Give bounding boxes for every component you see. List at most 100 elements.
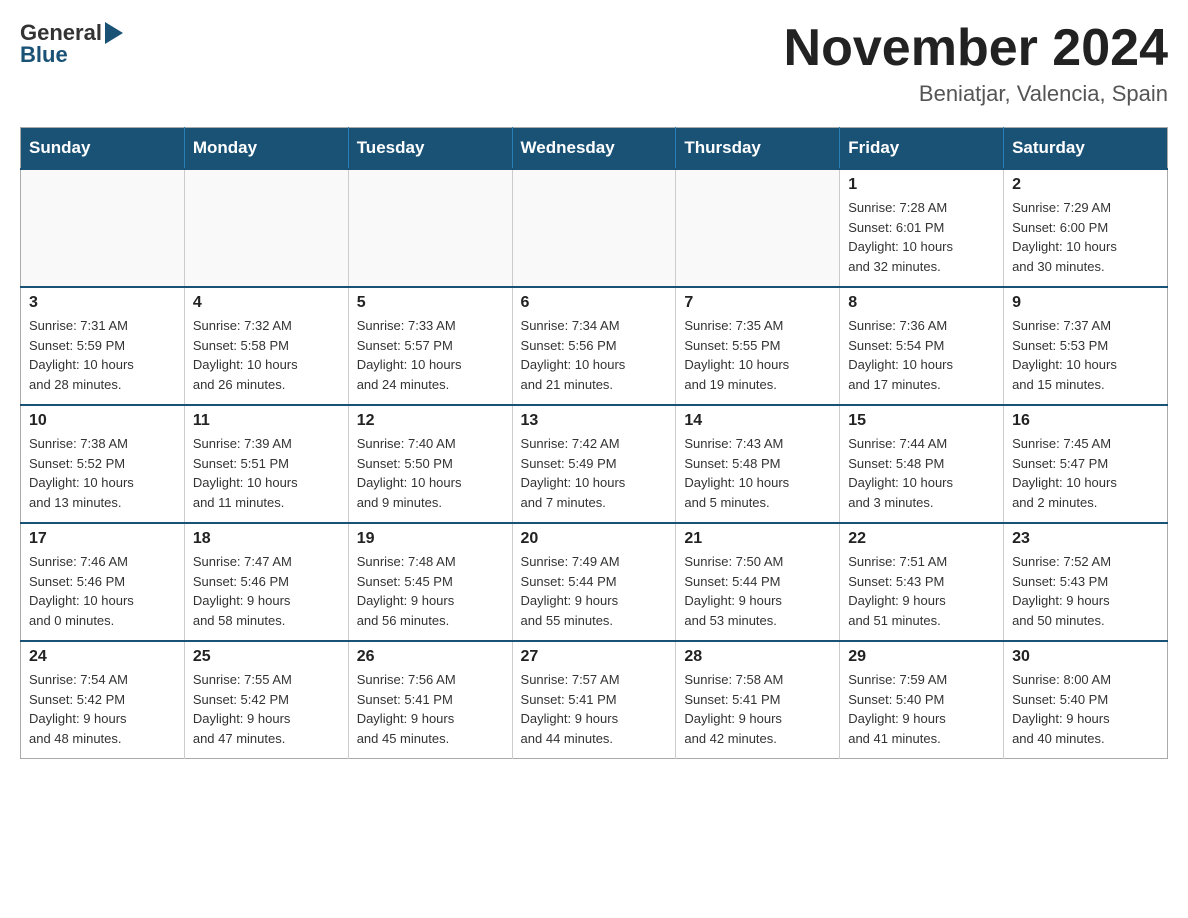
logo: General Blue — [20, 20, 123, 68]
calendar-cell: 28 Sunrise: 7:58 AMSunset: 5:41 PMDayligh… — [676, 641, 840, 759]
day-info: Sunrise: 7:54 AMSunset: 5:42 PMDaylight:… — [29, 670, 176, 748]
weekday-header-row: SundayMondayTuesdayWednesdayThursdayFrid… — [21, 128, 1168, 170]
day-number: 18 — [193, 530, 340, 548]
calendar-cell: 30 Sunrise: 8:00 AMSunset: 5:40 PMDayligh… — [1004, 641, 1168, 759]
day-info: Sunrise: 7:37 AMSunset: 5:53 PMDaylight:… — [1012, 316, 1159, 394]
calendar-cell: 2Sunrise: 7:29 AMSunset: 6:00 PMDaylight… — [1004, 169, 1168, 287]
calendar-week-row: 17 Sunrise: 7:46 AMSunset: 5:46 PMDayligh… — [21, 523, 1168, 641]
weekday-header-wednesday: Wednesday — [512, 128, 676, 170]
day-number: 6 — [521, 294, 668, 312]
day-info: Sunrise: 7:45 AMSunset: 5:47 PMDaylight:… — [1012, 434, 1159, 512]
day-info: Sunrise: 7:59 AMSunset: 5:40 PMDaylight:… — [848, 670, 995, 748]
day-info: Sunrise: 7:28 AMSunset: 6:01 PMDaylight:… — [848, 198, 995, 276]
day-info: Sunrise: 7:44 AMSunset: 5:48 PMDaylight:… — [848, 434, 995, 512]
day-number: 1 — [848, 176, 995, 194]
calendar-cell: 3 Sunrise: 7:31 AMSunset: 5:59 PMDaylight… — [21, 287, 185, 405]
day-info: Sunrise: 7:52 AMSunset: 5:43 PMDaylight:… — [1012, 552, 1159, 630]
day-number: 26 — [357, 648, 504, 666]
calendar-cell: 14Sunrise: 7:43 AMSunset: 5:48 PMDayligh… — [676, 405, 840, 523]
day-number: 20 — [521, 530, 668, 548]
day-info: Sunrise: 7:51 AMSunset: 5:43 PMDaylight:… — [848, 552, 995, 630]
weekday-header-sunday: Sunday — [21, 128, 185, 170]
day-info: Sunrise: 7:47 AMSunset: 5:46 PMDaylight:… — [193, 552, 340, 630]
weekday-header-friday: Friday — [840, 128, 1004, 170]
day-number: 16 — [1012, 412, 1159, 430]
day-info: Sunrise: 7:35 AMSunset: 5:55 PMDaylight:… — [684, 316, 831, 394]
calendar-cell: 12 Sunrise: 7:40 AMSunset: 5:50 PMDayligh… — [348, 405, 512, 523]
calendar-cell — [676, 169, 840, 287]
day-number: 19 — [357, 530, 504, 548]
day-info: Sunrise: 7:55 AMSunset: 5:42 PMDaylight:… — [193, 670, 340, 748]
calendar-cell: 15Sunrise: 7:44 AMSunset: 5:48 PMDayligh… — [840, 405, 1004, 523]
day-info: Sunrise: 7:32 AMSunset: 5:58 PMDaylight:… — [193, 316, 340, 394]
day-info: Sunrise: 7:56 AMSunset: 5:41 PMDaylight:… — [357, 670, 504, 748]
weekday-header-thursday: Thursday — [676, 128, 840, 170]
calendar-week-row: 1 Sunrise: 7:28 AMSunset: 6:01 PMDaylight… — [21, 169, 1168, 287]
day-info: Sunrise: 7:38 AMSunset: 5:52 PMDaylight:… — [29, 434, 176, 512]
day-info: Sunrise: 7:50 AMSunset: 5:44 PMDaylight:… — [684, 552, 831, 630]
calendar-table: SundayMondayTuesdayWednesdayThursdayFrid… — [20, 127, 1168, 759]
calendar-week-row: 10 Sunrise: 7:38 AMSunset: 5:52 PMDayligh… — [21, 405, 1168, 523]
day-number: 12 — [357, 412, 504, 430]
calendar-cell: 11 Sunrise: 7:39 AMSunset: 5:51 PMDayligh… — [184, 405, 348, 523]
calendar-cell: 7 Sunrise: 7:35 AMSunset: 5:55 PMDaylight… — [676, 287, 840, 405]
day-number: 22 — [848, 530, 995, 548]
day-info: Sunrise: 8:00 AMSunset: 5:40 PMDaylight:… — [1012, 670, 1159, 748]
day-number: 13 — [521, 412, 668, 430]
weekday-header-tuesday: Tuesday — [348, 128, 512, 170]
day-info: Sunrise: 7:40 AMSunset: 5:50 PMDaylight:… — [357, 434, 504, 512]
calendar-week-row: 3 Sunrise: 7:31 AMSunset: 5:59 PMDaylight… — [21, 287, 1168, 405]
logo-blue-text: Blue — [20, 42, 68, 68]
calendar-cell: 27 Sunrise: 7:57 AMSunset: 5:41 PMDayligh… — [512, 641, 676, 759]
calendar-cell: 17 Sunrise: 7:46 AMSunset: 5:46 PMDayligh… — [21, 523, 185, 641]
calendar-cell — [512, 169, 676, 287]
calendar-cell: 10 Sunrise: 7:38 AMSunset: 5:52 PMDayligh… — [21, 405, 185, 523]
day-number: 3 — [29, 294, 176, 312]
calendar-cell: 26 Sunrise: 7:56 AMSunset: 5:41 PMDayligh… — [348, 641, 512, 759]
day-number: 11 — [193, 412, 340, 430]
day-info: Sunrise: 7:58 AMSunset: 5:41 PMDaylight:… — [684, 670, 831, 748]
day-number: 21 — [684, 530, 831, 548]
calendar-cell: 6 Sunrise: 7:34 AMSunset: 5:56 PMDaylight… — [512, 287, 676, 405]
calendar-cell — [21, 169, 185, 287]
day-info: Sunrise: 7:39 AMSunset: 5:51 PMDaylight:… — [193, 434, 340, 512]
calendar-cell: 19 Sunrise: 7:48 AMSunset: 5:45 PMDayligh… — [348, 523, 512, 641]
day-number: 9 — [1012, 294, 1159, 312]
day-info: Sunrise: 7:31 AMSunset: 5:59 PMDaylight:… — [29, 316, 176, 394]
weekday-header-monday: Monday — [184, 128, 348, 170]
day-info: Sunrise: 7:36 AMSunset: 5:54 PMDaylight:… — [848, 316, 995, 394]
calendar-cell: 22 Sunrise: 7:51 AMSunset: 5:43 PMDayligh… — [840, 523, 1004, 641]
calendar-cell: 21 Sunrise: 7:50 AMSunset: 5:44 PMDayligh… — [676, 523, 840, 641]
calendar-cell: 4Sunrise: 7:32 AMSunset: 5:58 PMDaylight… — [184, 287, 348, 405]
calendar-cell: 5 Sunrise: 7:33 AMSunset: 5:57 PMDaylight… — [348, 287, 512, 405]
day-info: Sunrise: 7:46 AMSunset: 5:46 PMDaylight:… — [29, 552, 176, 630]
day-number: 8 — [848, 294, 995, 312]
weekday-header-saturday: Saturday — [1004, 128, 1168, 170]
calendar-cell — [184, 169, 348, 287]
day-info: Sunrise: 7:48 AMSunset: 5:45 PMDaylight:… — [357, 552, 504, 630]
calendar-cell: 16 Sunrise: 7:45 AMSunset: 5:47 PMDayligh… — [1004, 405, 1168, 523]
day-number: 10 — [29, 412, 176, 430]
calendar-week-row: 24Sunrise: 7:54 AMSunset: 5:42 PMDayligh… — [21, 641, 1168, 759]
day-number: 28 — [684, 648, 831, 666]
day-info: Sunrise: 7:34 AMSunset: 5:56 PMDaylight:… — [521, 316, 668, 394]
logo-arrow-icon — [105, 22, 123, 44]
day-number: 29 — [848, 648, 995, 666]
calendar-cell: 25Sunrise: 7:55 AMSunset: 5:42 PMDayligh… — [184, 641, 348, 759]
month-year-title: November 2024 — [784, 20, 1168, 77]
calendar-cell: 23Sunrise: 7:52 AMSunset: 5:43 PMDayligh… — [1004, 523, 1168, 641]
day-number: 5 — [357, 294, 504, 312]
day-number: 17 — [29, 530, 176, 548]
day-number: 27 — [521, 648, 668, 666]
day-number: 7 — [684, 294, 831, 312]
day-info: Sunrise: 7:43 AMSunset: 5:48 PMDaylight:… — [684, 434, 831, 512]
page-header: General Blue November 2024 Beniatjar, Va… — [20, 20, 1168, 107]
day-info: Sunrise: 7:57 AMSunset: 5:41 PMDaylight:… — [521, 670, 668, 748]
calendar-cell: 29 Sunrise: 7:59 AMSunset: 5:40 PMDayligh… — [840, 641, 1004, 759]
calendar-cell: 18 Sunrise: 7:47 AMSunset: 5:46 PMDayligh… — [184, 523, 348, 641]
calendar-cell: 9 Sunrise: 7:37 AMSunset: 5:53 PMDaylight… — [1004, 287, 1168, 405]
day-info: Sunrise: 7:33 AMSunset: 5:57 PMDaylight:… — [357, 316, 504, 394]
day-number: 30 — [1012, 648, 1159, 666]
calendar-cell: 24Sunrise: 7:54 AMSunset: 5:42 PMDayligh… — [21, 641, 185, 759]
day-number: 2 — [1012, 176, 1159, 194]
